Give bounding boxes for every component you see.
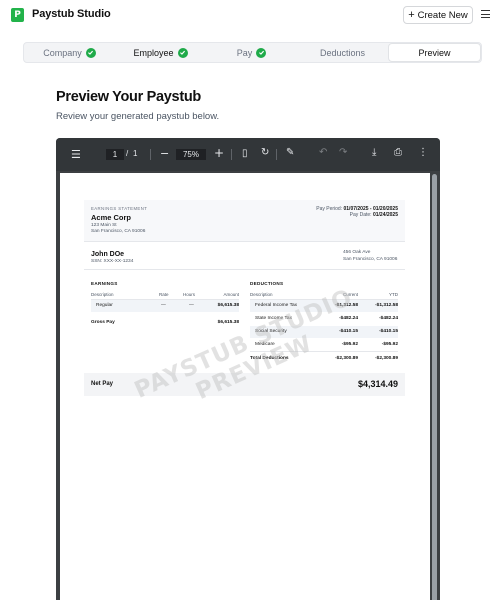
plus-icon: + [408, 8, 415, 21]
brand-name[interactable]: Paystub Studio [32, 8, 111, 20]
employee-address-line1: 456 Oak Ave [343, 250, 371, 255]
step-label: Company [43, 47, 82, 58]
top-bar: P Paystub Studio + Create New [0, 0, 502, 30]
toolbar-divider [150, 149, 151, 160]
zoom-in-icon[interactable]: + [214, 146, 224, 160]
deductions-col-ytd: YTD [389, 292, 398, 297]
page-number-input[interactable]: 1 [106, 149, 124, 160]
step-label: Deductions [319, 47, 366, 58]
statement-label: EARNINGS STATEMENT [91, 206, 148, 211]
divider [84, 269, 405, 270]
total-deductions-ytd: -$2,300.89 [375, 356, 398, 361]
company-name: Acme Corp [91, 213, 132, 222]
toolbar-divider [231, 149, 232, 160]
gross-pay-label: Gross Pay [91, 320, 115, 325]
annotate-icon[interactable]: ✎ [286, 147, 294, 158]
earnings-cell: $6,615.38 [217, 303, 239, 308]
create-new-button[interactable]: + Create New [403, 6, 473, 24]
rotate-icon[interactable]: ↻ [261, 147, 269, 158]
earnings-cell: — [161, 303, 166, 308]
step-label: Preview [418, 47, 451, 58]
deduction-cell: Federal Income Tax [255, 303, 298, 308]
step-preview[interactable]: Preview [388, 43, 481, 62]
toolbar-divider [276, 149, 277, 160]
net-pay-label: Net Pay [91, 381, 114, 387]
fit-page-icon[interactable]: ▯ [242, 148, 248, 159]
earnings-title: EARNINGS [91, 281, 118, 286]
company-address-line1: 123 Main St [91, 223, 117, 228]
employee-ssn: SSN: XXX-XX-1234 [91, 259, 134, 264]
step-pay[interactable]: Pay [206, 43, 297, 62]
total-deductions-current: -$2,300.89 [335, 356, 358, 361]
check-icon [177, 47, 188, 58]
pdf-page: EARNINGS STATEMENT Acme Corp 123 Main St… [60, 173, 430, 600]
deductions-col-description: Description [250, 292, 273, 297]
check-icon [256, 47, 267, 58]
more-options-icon[interactable]: ⋮ [418, 147, 428, 158]
page-subtitle: Review your generated paystub below. [56, 111, 220, 122]
earnings-cell: Regular [96, 303, 113, 308]
download-icon[interactable]: ⤓ [372, 147, 376, 158]
zoom-level-input[interactable]: 75% [176, 149, 206, 160]
pdf-viewer: ☰ 1 / 1 − 75% + ▯ ↻ ✎ ↶ ↷ ⤓ ⎙ ⋮ EARNINGS… [56, 138, 440, 600]
company-address-line2: San Francisco, CA 91006 [91, 229, 146, 234]
page-title: Preview Your Paystub [56, 89, 201, 105]
viewer-scrollbar-thumb[interactable] [432, 174, 437, 600]
zoom-out-icon[interactable]: − [160, 147, 169, 160]
check-icon [85, 47, 96, 58]
pay-date-value: 01/24/2025 [372, 212, 398, 218]
step-deductions[interactable]: Deductions [297, 43, 388, 62]
deduction-cell: -$95.92 [381, 342, 398, 347]
hamburger-menu-icon[interactable] [481, 10, 490, 18]
step-navigation: Company Employee Pay Deductions Preview [23, 42, 482, 63]
step-company[interactable]: Company [24, 43, 115, 62]
logo-letter: P [14, 10, 21, 20]
create-new-label: Create New [417, 9, 468, 21]
pay-period-label: Pay Period: [316, 206, 343, 212]
earnings-col-rate: Rate [159, 292, 169, 297]
page-total: 1 [133, 149, 138, 158]
menu-icon[interactable]: ☰ [71, 148, 81, 161]
net-pay-value: $4,314.49 [357, 379, 398, 389]
pay-date: Pay Date: 01/24/2025 [350, 212, 398, 218]
employee-name: John DOe [91, 251, 125, 258]
step-label: Pay [236, 47, 253, 58]
earnings-col-hours: Hours [183, 292, 196, 297]
app-logo[interactable]: P [11, 8, 24, 22]
employee-address-line2: San Francisco, CA 91006 [343, 257, 398, 262]
deduction-cell: -$1,312.58 [375, 303, 398, 308]
step-employee[interactable]: Employee [115, 43, 206, 62]
print-icon[interactable]: ⎙ [394, 147, 402, 158]
earnings-col-description: Description [91, 292, 114, 297]
gross-pay-value: $6,615.38 [217, 320, 239, 325]
earnings-cell: — [189, 303, 194, 308]
pdf-toolbar: ☰ 1 / 1 − 75% + ▯ ↻ ✎ ↶ ↷ ⤓ ⎙ ⋮ [56, 138, 440, 171]
page-separator: / [126, 149, 129, 158]
redo-icon[interactable]: ↷ [339, 147, 347, 158]
deductions-title: DEDUCTIONS [250, 281, 284, 286]
undo-icon[interactable]: ↶ [319, 147, 327, 158]
pay-date-label: Pay Date: [349, 212, 372, 218]
earnings-col-amount: Amount [223, 292, 239, 297]
step-label: Employee [133, 47, 174, 58]
